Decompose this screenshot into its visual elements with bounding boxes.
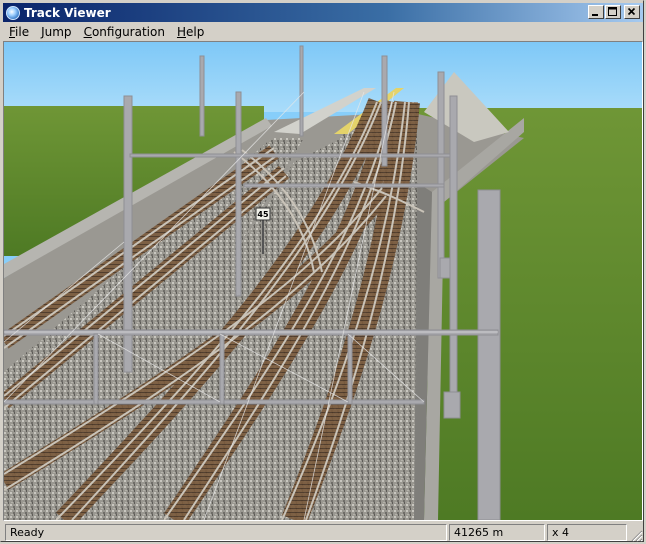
status-message: Ready bbox=[5, 524, 447, 541]
menu-configuration-rest: onfiguration bbox=[91, 24, 165, 39]
menu-jump[interactable]: Jump bbox=[35, 25, 77, 39]
track-3d-viewport[interactable]: 45 bbox=[3, 41, 643, 521]
track-scene: 45 bbox=[4, 42, 642, 520]
window-controls bbox=[587, 5, 640, 19]
sky bbox=[4, 42, 642, 112]
window-title: Track Viewer bbox=[24, 5, 111, 20]
resize-grip-icon[interactable] bbox=[629, 528, 643, 542]
status-bar: Ready 41265 m x 4 bbox=[3, 523, 643, 542]
maximize-button[interactable] bbox=[605, 5, 621, 19]
menu-help-rest: elp bbox=[186, 24, 205, 39]
track-viewer-window: Track Viewer File Jump Configuration Hel… bbox=[0, 0, 644, 542]
menu-configuration-accel: C bbox=[83, 24, 92, 39]
menu-help[interactable]: Help bbox=[171, 25, 210, 39]
close-button[interactable] bbox=[624, 5, 640, 19]
maximize-icon bbox=[608, 7, 617, 16]
menu-bar: File Jump Configuration Help bbox=[3, 22, 643, 41]
menu-help-accel: H bbox=[176, 24, 186, 39]
status-distance: 41265 m bbox=[449, 524, 545, 541]
minimize-button[interactable] bbox=[588, 5, 604, 19]
menu-configuration[interactable]: Configuration bbox=[78, 25, 171, 39]
track-viewer-app-icon[interactable] bbox=[6, 5, 20, 20]
menu-jump-rest: ump bbox=[44, 24, 72, 39]
close-icon bbox=[627, 7, 636, 16]
status-speed: x 4 bbox=[547, 524, 627, 541]
distance-marker-label: 45 bbox=[257, 210, 269, 219]
minimize-icon bbox=[592, 14, 598, 16]
menu-file-rest: ile bbox=[15, 24, 30, 39]
title-bar[interactable]: Track Viewer bbox=[3, 3, 643, 22]
distance-marker-post bbox=[262, 218, 264, 254]
menu-file[interactable]: File bbox=[3, 25, 35, 39]
